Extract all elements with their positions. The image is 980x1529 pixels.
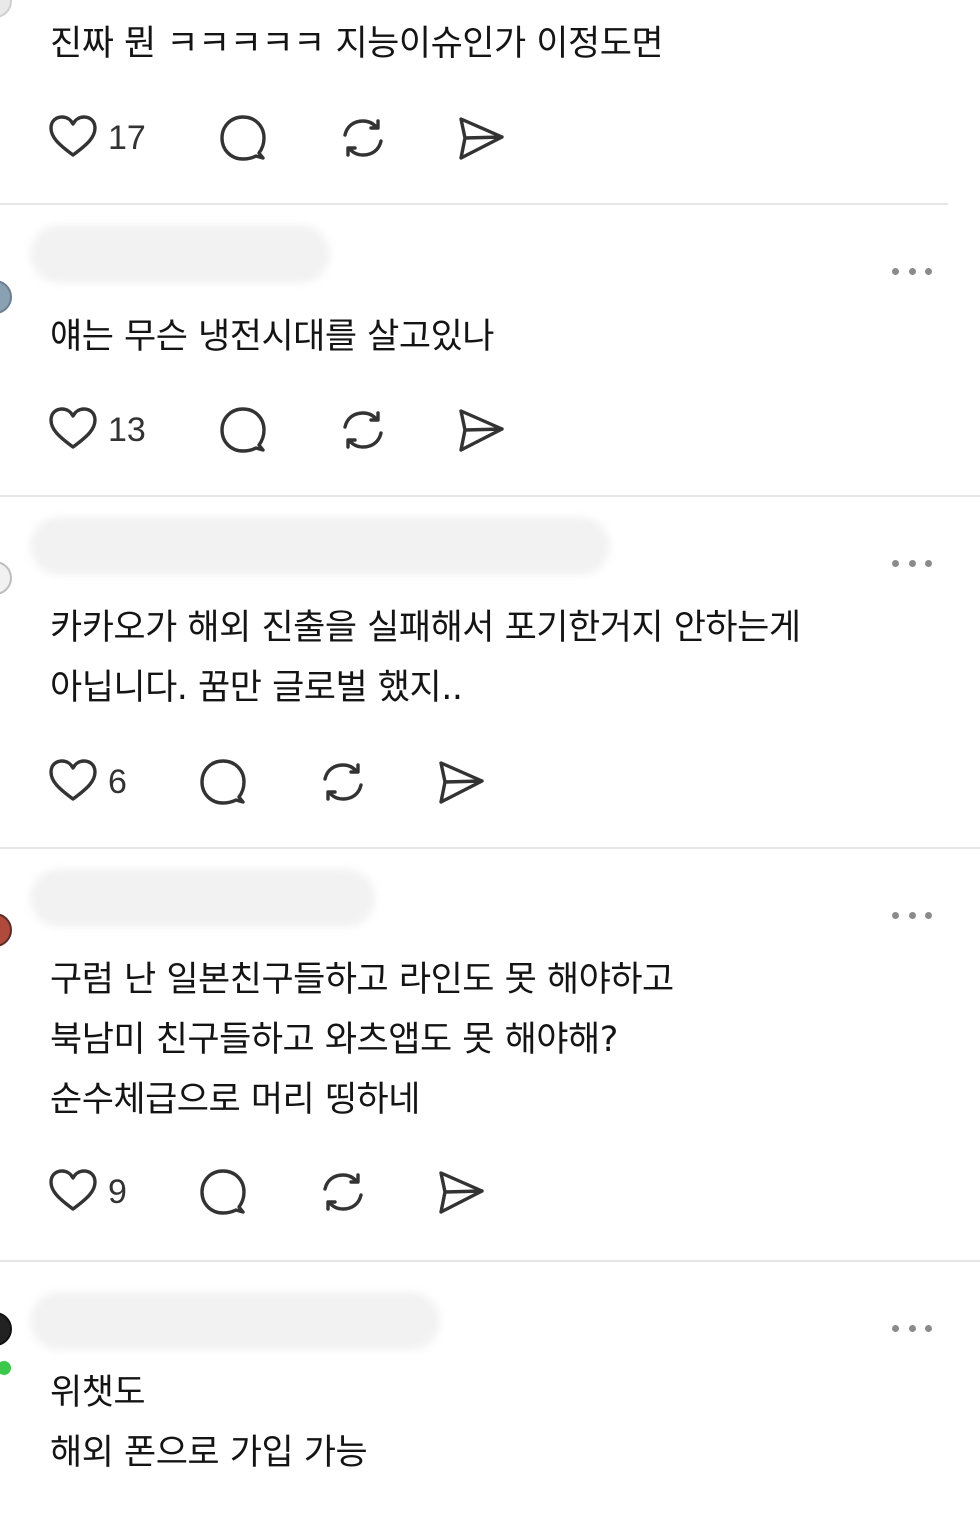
avatar[interactable]	[0, 913, 12, 947]
divider	[0, 1260, 980, 1262]
comment-text: 구럼 난 일본친구들하고 라인도 못 해야하고 북남미 친구들하고 와츠앱도 못…	[50, 950, 900, 1130]
author-name-redacted	[30, 225, 330, 283]
author-name-redacted	[30, 1292, 440, 1350]
reply-button[interactable]	[198, 757, 248, 807]
repost-icon	[343, 119, 383, 157]
comment-bubble-icon	[200, 759, 246, 805]
like-count: 6	[108, 762, 127, 801]
more-options-button[interactable]	[892, 910, 932, 920]
like-count: 13	[108, 410, 146, 449]
avatar[interactable]	[0, 280, 12, 314]
repost-button[interactable]	[338, 405, 388, 455]
comment-line: 얘는 무슨 냉전시대를 살고있나	[50, 317, 494, 357]
share-button[interactable]	[456, 405, 506, 455]
send-icon	[459, 117, 504, 160]
reply-button[interactable]	[218, 113, 268, 163]
like-button[interactable]: 17	[48, 113, 146, 163]
share-button[interactable]	[456, 113, 506, 163]
repost-button[interactable]	[338, 113, 388, 163]
more-options-button[interactable]	[892, 1323, 932, 1333]
repost-icon	[323, 1173, 363, 1211]
repost-button[interactable]	[318, 757, 368, 807]
send-icon	[439, 761, 484, 804]
repost-icon	[343, 411, 383, 449]
avatar[interactable]	[0, 561, 12, 595]
share-button[interactable]	[436, 1167, 486, 1217]
comment-bubble-icon	[200, 1169, 246, 1215]
author-name-redacted	[30, 869, 375, 927]
comment-line: 순수체급으로 머리 띵하네	[50, 1080, 420, 1120]
heart-icon	[49, 759, 97, 801]
author-name-redacted	[30, 517, 610, 575]
avatar[interactable]	[0, 0, 12, 18]
more-options-button[interactable]	[892, 558, 932, 568]
divider	[0, 203, 948, 205]
divider	[0, 847, 980, 849]
comment-line: 아닙니다. 꿈만 글로벌 했지..	[50, 668, 463, 708]
reply-button[interactable]	[198, 1167, 248, 1217]
like-count: 9	[108, 1172, 127, 1211]
more-options-button[interactable]	[892, 266, 932, 276]
heart-icon	[49, 115, 97, 157]
comment-bubble-icon	[220, 407, 266, 453]
send-icon	[439, 1171, 484, 1214]
comment-line: 구럼 난 일본친구들하고 라인도 못 해야하고	[50, 960, 674, 1000]
comment-line: 진짜 뭔 ㅋㅋㅋㅋㅋ 지능이슈인가 이정도면	[50, 24, 664, 64]
comment-text: 카카오가 해외 진출을 실패해서 포기한거지 안하는게 아닙니다. 꿈만 글로벌…	[50, 598, 900, 718]
comment-line: 해외 폰으로 가입 가능	[50, 1433, 368, 1473]
avatar[interactable]	[0, 1312, 12, 1346]
heart-icon	[49, 407, 97, 449]
comment-text: 진짜 뭔 ㅋㅋㅋㅋㅋ 지능이슈인가 이정도면	[50, 14, 900, 74]
heart-icon	[49, 1169, 97, 1211]
comment-line: 카카오가 해외 진출을 실패해서 포기한거지 안하는게	[50, 608, 801, 648]
reply-button[interactable]	[218, 405, 268, 455]
send-icon	[459, 409, 504, 452]
comment-text: 얘는 무슨 냉전시대를 살고있나	[50, 307, 900, 367]
divider	[0, 495, 980, 497]
more-dots-icon	[892, 559, 899, 567]
more-dots-icon	[892, 1324, 899, 1332]
comment-line: 북남미 친구들하고 와츠앱도 못 해야해?	[50, 1020, 618, 1060]
more-dots-icon	[892, 911, 899, 919]
comment-bubble-icon	[220, 115, 266, 161]
like-count: 17	[108, 118, 146, 157]
comment-line: 위챗도	[50, 1373, 146, 1413]
repost-icon	[323, 763, 363, 801]
share-button[interactable]	[436, 757, 486, 807]
comment-text: 위챗도 해외 폰으로 가입 가능	[50, 1363, 900, 1483]
like-button[interactable]: 13	[48, 405, 146, 455]
online-status-icon	[0, 1358, 14, 1378]
like-button[interactable]: 9	[48, 1167, 127, 1217]
repost-button[interactable]	[318, 1167, 368, 1217]
like-button[interactable]: 6	[48, 757, 127, 807]
more-dots-icon	[892, 267, 899, 275]
